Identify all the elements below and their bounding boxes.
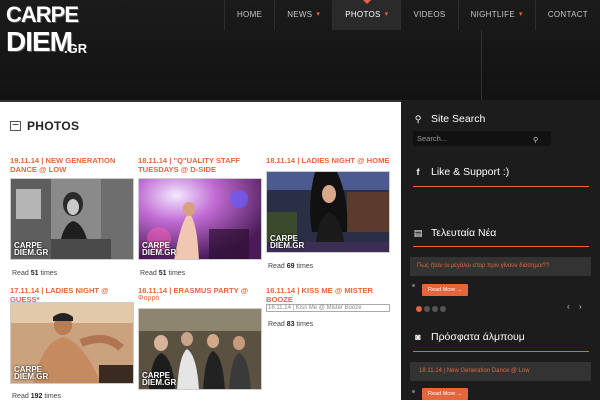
camera-icon: ◙ <box>415 332 421 342</box>
thumbnail-watermark: CARPE DIEM.GR <box>14 241 49 257</box>
facebook-icon: f <box>416 167 420 177</box>
nav-label: NEWS <box>287 10 313 19</box>
photo-album-card: 16.11.14 | KISS ME @ MISTER BOOZE 16.11.… <box>266 286 390 328</box>
search-widget-title: ⚲ Site Search <box>413 113 486 125</box>
search-input[interactable]: Search... <box>413 131 551 146</box>
read-count-value: 51 <box>158 270 167 277</box>
like-widget-title: f Like & Support :) <box>413 166 510 178</box>
nav-divider <box>481 30 482 100</box>
album-thumbnail[interactable]: CARPE DIEM.GR <box>266 171 390 253</box>
read-label-suffix: times <box>296 321 314 328</box>
sidebar: ⚲ Site Search Search... ⚲ f Like & Suppo… <box>401 100 600 400</box>
nav-label: PHOTOS <box>345 10 381 19</box>
logo-line-1: CARPE <box>6 2 79 27</box>
photo-frame-icon <box>10 121 21 131</box>
site-header: CARPE DIEM .GR HOME NEWS ▾ PHOTOS ▾ VIDE… <box>0 0 600 100</box>
read-label: Read <box>12 393 29 400</box>
read-count: Read 51 times <box>140 270 185 277</box>
widget-divider <box>413 351 589 352</box>
read-label-suffix: times <box>296 263 314 270</box>
page-heading: PHOTOS <box>10 119 79 133</box>
photo-album-card: 18.11.14 | LADIES NIGHT @ HOME CARPE DIEM… <box>266 156 390 270</box>
photo-album-card: 19.11.14 | NEW GENERATION DANCE @ LOW CA… <box>10 156 134 277</box>
page-title: PHOTOS <box>27 119 80 133</box>
album-thumbnail[interactable]: CARPE DIEM.GR <box>10 302 134 384</box>
read-label-suffix: times <box>168 270 186 277</box>
read-count-value: 192 <box>30 393 43 400</box>
nav-item-home[interactable]: HOME <box>223 0 274 30</box>
news-widget-title: ▤ Τελευταία Νέα <box>413 227 497 239</box>
read-count: Read 69 times <box>268 263 313 270</box>
news-slider-dots <box>416 306 446 312</box>
nav-item-contact[interactable]: CONTACT <box>534 0 600 30</box>
album-read-more-button[interactable]: Read More → <box>422 388 469 400</box>
site-logo[interactable]: CARPE DIEM .GR <box>4 4 92 58</box>
nav-label: HOME <box>236 10 263 19</box>
albums-widget-title: ◙ Πρόσφατα άλμπουμ <box>413 331 525 343</box>
nav-item-news[interactable]: NEWS ▾ <box>274 0 332 30</box>
read-label: Read <box>268 263 285 270</box>
thumbnail-watermark: CARPE DIEM.GR <box>270 234 305 250</box>
read-label: Read <box>12 270 29 277</box>
album-title-link[interactable]: 16.11.14 | KISS ME @ MISTER BOOZE <box>266 286 390 304</box>
widget-title-text: Site Search <box>431 113 486 125</box>
widget-title-text: Τελευταία Νέα <box>431 227 497 239</box>
newspaper-icon: ▤ <box>413 227 423 238</box>
chevron-down-icon: ▾ <box>519 11 523 18</box>
nav-item-nightlife[interactable]: NIGHTLIFE ▾ <box>457 0 535 30</box>
chevron-down-icon: ▾ <box>384 11 389 18</box>
read-label: Read <box>268 321 285 328</box>
read-count-value: 69 <box>286 263 295 270</box>
photo-album-card: 17.11.14 | LADIES NIGHT @ GUESS* CARPE DI… <box>10 286 134 400</box>
read-count: Read 192 times <box>12 393 61 400</box>
main-nav: HOME NEWS ▾ PHOTOS ▾ VIDEOS NIGHTLIFE ▾ … <box>223 0 600 30</box>
album-thumbnail[interactable]: CARPE DIEM.GR <box>138 308 262 390</box>
read-label-suffix: times <box>40 270 58 277</box>
album-subtitle: Φορρό <box>138 295 160 302</box>
main-content: PHOTOS 19.11.14 | NEW GENERATION DANCE @… <box>0 100 401 400</box>
album-headline-link[interactable]: 18.11.14 | New Generation Dance @ Low <box>410 362 591 381</box>
thumbnail-watermark: CARPE DIEM.GR <box>142 371 177 387</box>
thumbnail-watermark: CARPE DIEM.GR <box>14 365 49 381</box>
read-count-value: 51 <box>30 270 39 277</box>
nav-label: NIGHTLIFE <box>470 10 515 19</box>
album-thumbnail[interactable]: CARPE DIEM.GR <box>10 178 134 260</box>
search-submit-icon[interactable]: ⚲ <box>533 136 538 144</box>
news-headline-link[interactable]: Πως ήταν οι μεγάλοι σταρ πριν γίνουν διά… <box>410 257 591 276</box>
album-title-link[interactable]: 18.11.14 | "Q"UALITY STAFF TUESDAYS @ D-… <box>138 156 262 174</box>
search-icon: ⚲ <box>414 113 422 124</box>
list-bullet <box>412 284 415 287</box>
chevron-left-icon[interactable]: ‹ <box>567 302 570 311</box>
broken-image-placeholder[interactable]: 16.11.14 | Kiss Me @ Mister Booze <box>266 304 390 312</box>
album-thumbnail[interactable]: CARPE DIEM.GR <box>138 178 262 260</box>
photo-album-card: 18.11.14 | "Q"UALITY STAFF TUESDAYS @ D-… <box>138 156 262 277</box>
slider-dot[interactable] <box>424 306 430 312</box>
read-count: Read 51 times <box>12 270 57 277</box>
chevron-down-icon: ▾ <box>316 11 321 18</box>
slider-dot[interactable] <box>440 306 446 312</box>
nav-label: VIDEOS <box>413 10 446 19</box>
read-label: Read <box>140 270 157 277</box>
widget-title-text: Like & Support :) <box>431 166 510 178</box>
logo-tld: .GR <box>64 41 88 56</box>
album-title-link[interactable]: 16.11.14 | ERASMUS PARTY @ VENTI <box>138 286 262 295</box>
photo-album-card: 16.11.14 | ERASMUS PARTY @ VENTI Φορρό C… <box>138 286 262 390</box>
news-read-more-button[interactable]: Read More → <box>422 284 469 296</box>
slider-dot[interactable] <box>432 306 438 312</box>
nav-item-photos[interactable]: PHOTOS ▾ <box>332 0 401 30</box>
widget-divider <box>413 186 589 187</box>
album-title-link[interactable]: 19.11.14 | NEW GENERATION DANCE @ LOW <box>10 156 134 174</box>
read-count: Read 83 times <box>268 321 313 328</box>
list-bullet <box>412 390 415 393</box>
nav-label: CONTACT <box>547 10 588 19</box>
read-count-value: 83 <box>286 321 295 328</box>
thumbnail-watermark: CARPE DIEM.GR <box>142 241 177 257</box>
chevron-right-icon[interactable]: › <box>579 302 582 311</box>
widget-title-text: Πρόσφατα άλμπουμ <box>431 331 525 343</box>
slider-dot[interactable] <box>416 306 422 312</box>
widget-divider <box>413 246 589 247</box>
logo-line-2: DIEM <box>6 26 73 57</box>
nav-item-videos[interactable]: VIDEOS <box>400 0 457 30</box>
read-label-suffix: times <box>44 393 62 400</box>
